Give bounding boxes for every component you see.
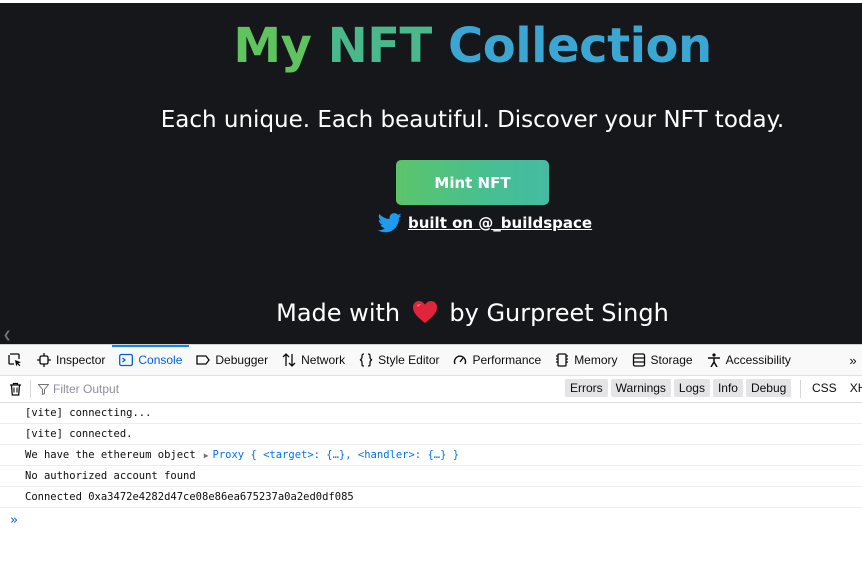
storage-icon: [632, 353, 645, 367]
filter-warnings-button[interactable]: Warnings: [610, 379, 671, 397]
filter-output-field: [31, 382, 551, 396]
network-icon: [282, 353, 296, 367]
console-message: [vite] connecting...: [0, 403, 862, 424]
console-message-text: No authorized account found: [25, 470, 196, 482]
page-subtitle: Each unique. Each beautiful. Discover yo…: [160, 107, 785, 133]
filter-icon: [38, 383, 49, 395]
console-input-prompt[interactable]: »: [0, 508, 862, 532]
tab-performance-label: Performance: [472, 353, 542, 367]
tab-memory[interactable]: Memory: [548, 345, 624, 375]
console-message-text: [vite] connecting...: [25, 407, 152, 419]
console-message-text: We have the ethereum object: [25, 449, 196, 461]
tab-network[interactable]: Network: [275, 345, 352, 375]
tab-console-label: Console: [138, 353, 183, 367]
accessibility-icon: [707, 353, 720, 367]
heart-icon: [412, 301, 437, 323]
proxy-object-preview[interactable]: Proxy { <target>: {…}, <handler>: {…} }: [213, 449, 460, 461]
tab-accessibility[interactable]: Accessibility: [700, 345, 798, 375]
tab-performance[interactable]: Performance: [446, 345, 548, 375]
tab-debugger[interactable]: Debugger: [189, 345, 275, 375]
performance-icon: [454, 355, 467, 365]
tab-accessibility-label: Accessibility: [725, 353, 791, 367]
console-message: Connected 0xa3472e4282d47ce08e86ea675237…: [0, 487, 862, 508]
twitter-icon: [378, 213, 402, 233]
console-message-text: Connected 0xa3472e4282d47ce08e86ea675237…: [25, 491, 354, 503]
debugger-icon: [196, 355, 211, 365]
scroll-left-arrow-icon[interactable]: ❮: [3, 330, 11, 341]
trash-icon: [9, 382, 21, 396]
built-on-row: built on @_buildspace: [378, 211, 592, 235]
viewport-top-border: [0, 0, 862, 3]
tab-debugger-label: Debugger: [215, 353, 269, 367]
footer-author: by Gurpreet Singh: [449, 299, 669, 327]
console-message: We have the ethereum object ▶ Proxy { <t…: [0, 445, 862, 466]
tab-style-editor[interactable]: Style Editor: [352, 345, 446, 375]
filter-xhr-button[interactable]: XHR: [850, 381, 862, 395]
filter-logs-button[interactable]: Logs: [673, 379, 710, 397]
request-type-filters: CSS XHR: [812, 381, 862, 395]
tab-memory-label: Memory: [574, 353, 618, 367]
more-tabs-chevron-icon[interactable]: »: [844, 345, 862, 375]
memory-icon: [556, 353, 569, 367]
tab-style-editor-label: Style Editor: [378, 353, 440, 367]
title-word-my: My: [233, 18, 312, 74]
tab-storage-label: Storage: [650, 353, 693, 367]
mint-nft-button[interactable]: Mint NFT: [396, 160, 549, 205]
tab-console[interactable]: Console: [112, 345, 190, 375]
console-message: No authorized account found: [0, 466, 862, 487]
expand-object-arrow-icon[interactable]: ▶: [204, 451, 209, 460]
filter-css-button[interactable]: CSS: [812, 381, 837, 395]
log-level-filters: Errors Warnings Logs Info Debug: [565, 379, 792, 397]
filter-output-input[interactable]: [53, 382, 533, 396]
filter-debug-button[interactable]: Debug: [745, 379, 792, 397]
page-viewport: My NFT Collection Each unique. Each beau…: [0, 0, 862, 344]
page-title: My NFT Collection: [0, 14, 862, 78]
console-message-text: [vite] connected.: [25, 428, 133, 440]
title-word-collection: Collection: [448, 18, 712, 74]
tab-inspector[interactable]: Inspector: [30, 345, 112, 375]
element-picker-icon: [8, 353, 21, 367]
toolbar-separator-types: [800, 380, 801, 398]
console-message: [vite] connected.: [0, 424, 862, 445]
prompt-chevron-icon: »: [10, 512, 18, 528]
tab-storage[interactable]: Storage: [625, 345, 700, 375]
filter-info-button[interactable]: Info: [712, 379, 743, 397]
clear-console-button[interactable]: [0, 382, 30, 396]
console-output: [vite] connecting... [vite] connected. W…: [0, 403, 862, 532]
console-icon: [119, 353, 134, 367]
inspector-icon: [37, 353, 51, 367]
style-editor-icon: [359, 353, 373, 367]
devtools-panel: Inspector Console Debugger Network Style…: [0, 344, 862, 564]
tab-inspector-label: Inspector: [56, 353, 106, 367]
element-picker-button[interactable]: [0, 345, 30, 375]
buildspace-link[interactable]: built on @_buildspace: [408, 214, 592, 232]
footer-credit: Made with by Gurpreet Singh: [0, 296, 862, 330]
filter-errors-button[interactable]: Errors: [565, 379, 608, 397]
tab-network-label: Network: [301, 353, 346, 367]
console-toolbar: Errors Warnings Logs Info Debug CSS XHR: [0, 376, 862, 403]
devtools-tab-bar: Inspector Console Debugger Network Style…: [0, 345, 862, 376]
title-word-nft: NFT: [327, 18, 433, 74]
footer-made-with: Made with: [276, 299, 401, 327]
